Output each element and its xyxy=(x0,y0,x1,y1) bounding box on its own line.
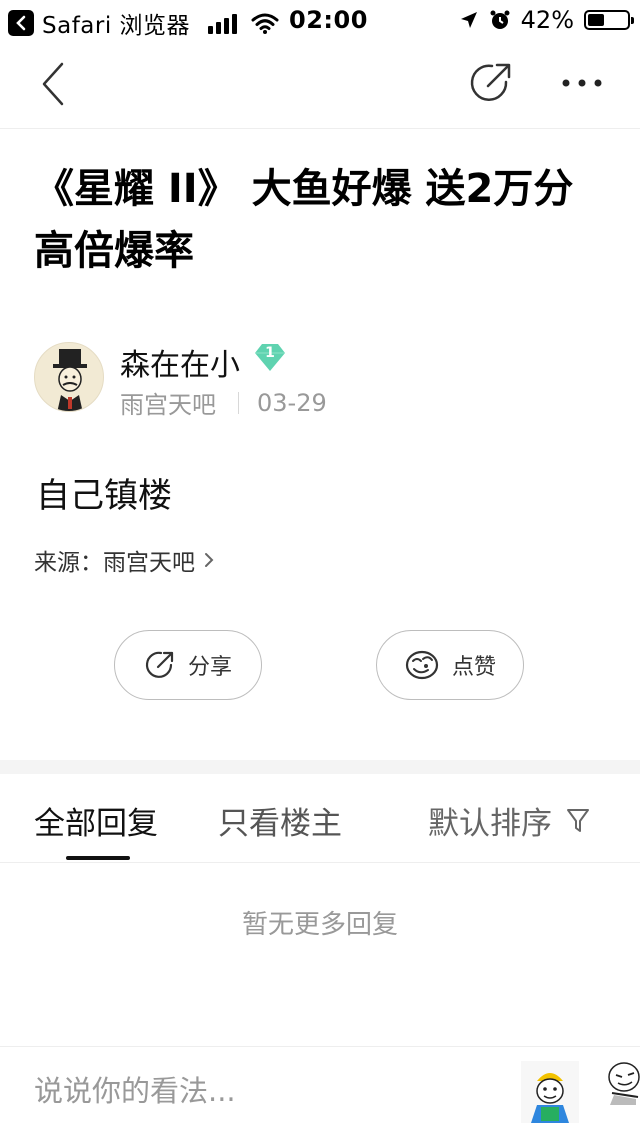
like-paw-icon xyxy=(405,650,439,680)
post-meta: 雨宫天吧 03-29 xyxy=(120,385,327,420)
active-tab-indicator xyxy=(66,856,130,860)
avatar[interactable] xyxy=(34,342,104,412)
share-button-label: 分享 xyxy=(187,655,232,680)
post-detail-page: Safari 浏览器 02:00 42% 《星耀 II》 大鱼好爆 送2万分 高… xyxy=(0,0,640,1136)
tab-owner-only[interactable]: 只看楼主 xyxy=(218,798,342,843)
post-source[interactable]: 来源： 雨宫天吧 xyxy=(34,543,215,577)
tab-all-replies[interactable]: 全部回复 xyxy=(34,798,158,843)
sticker-cartoon-icon xyxy=(531,1073,569,1123)
comment-input[interactable] xyxy=(34,1069,454,1113)
battery-icon xyxy=(584,10,634,30)
location-arrow-icon xyxy=(460,12,477,28)
sort-dropdown[interactable]: 默认排序 xyxy=(428,798,590,843)
cellular-signal-icon xyxy=(208,12,238,34)
post-content: 自己镇楼 xyxy=(36,476,172,516)
share-button[interactable]: 分享 xyxy=(114,630,262,700)
meta-divider xyxy=(238,391,239,414)
battery-percent: 42% xyxy=(520,6,574,34)
share-icon xyxy=(145,651,174,678)
comment-bar xyxy=(0,1046,640,1136)
meme-face-icon xyxy=(608,1062,640,1105)
sort-label: 默认排序 xyxy=(428,806,552,842)
back-to-app-icon[interactable] xyxy=(8,10,34,36)
chevron-right-icon xyxy=(205,553,214,567)
status-bar: Safari 浏览器 02:00 42% xyxy=(0,0,640,40)
status-time: 02:00 xyxy=(289,6,368,34)
more-options-icon[interactable] xyxy=(560,70,604,96)
wifi-icon xyxy=(251,13,279,34)
status-app-label[interactable]: Safari 浏览器 xyxy=(42,6,190,40)
post-date: 03-29 xyxy=(257,388,327,417)
emoji-face-button[interactable] xyxy=(600,1059,640,1105)
post-title: 《星耀 II》 大鱼好爆 送2万分 高倍爆率 xyxy=(34,166,574,274)
like-button[interactable]: 点赞 xyxy=(376,630,524,700)
filter-funnel-icon xyxy=(567,808,589,832)
back-arrow-icon[interactable] xyxy=(36,60,72,108)
share-icon[interactable] xyxy=(468,60,514,106)
like-button-label: 点赞 xyxy=(451,655,496,680)
alarm-icon xyxy=(490,10,510,29)
emoji-sticker-button[interactable] xyxy=(521,1061,579,1123)
level-number: 1 xyxy=(265,345,275,361)
forum-name[interactable]: 雨宫天吧 xyxy=(120,385,216,420)
empty-replies-message: 暂无更多回复 xyxy=(241,910,398,940)
source-label: 来源： xyxy=(34,550,103,576)
avatar-gentleman-icon xyxy=(53,349,87,411)
section-divider xyxy=(0,760,640,774)
author-name[interactable]: 森在在小 xyxy=(120,340,240,384)
source-forum-link[interactable]: 雨宫天吧 xyxy=(103,543,195,577)
reply-tabs: 全部回复 只看楼主 默认排序 xyxy=(0,774,640,863)
level-badge: 1 xyxy=(254,342,286,372)
navigation-bar xyxy=(0,40,640,129)
